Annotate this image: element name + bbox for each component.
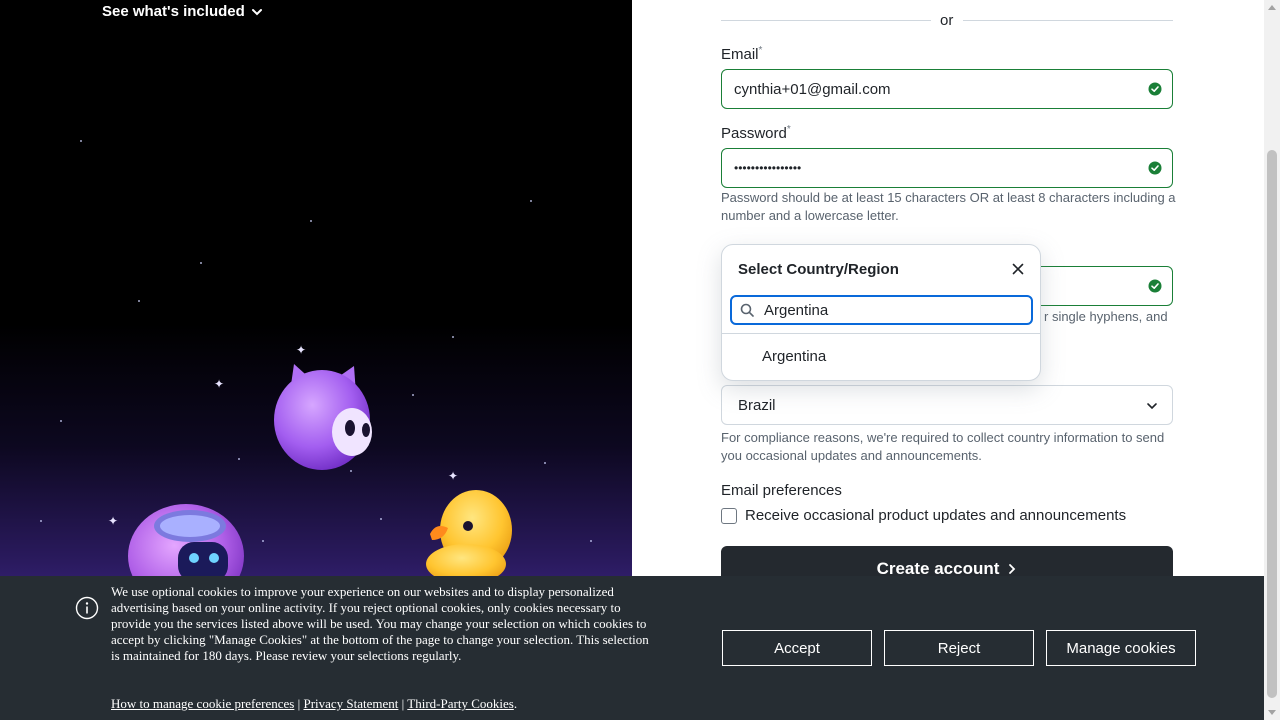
scrollbar-thumb[interactable] <box>1267 150 1277 698</box>
reject-cookies-button[interactable]: Reject <box>884 630 1034 666</box>
chevron-down-icon <box>1147 403 1157 410</box>
close-icon[interactable] <box>1012 263 1024 275</box>
product-updates-label: Receive occasional product updates and a… <box>745 507 1127 524</box>
required-mark: * <box>758 45 763 56</box>
astronaut-mascot-image <box>128 504 244 588</box>
country-option-argentina[interactable]: Argentina <box>762 348 826 365</box>
country-search-input[interactable] <box>764 301 1014 319</box>
accept-cookies-button[interactable]: Accept <box>722 630 872 666</box>
username-hint: r single hyphens, and <box>1044 309 1168 324</box>
password-hint: Password should be at least 15 character… <box>721 190 1176 223</box>
divider-line-left <box>721 20 931 21</box>
country-search-box[interactable] <box>730 295 1033 325</box>
cookie-message: We use optional cookies to improve your … <box>111 584 649 663</box>
email-field[interactable]: cynthia+01@gmail.com <box>721 69 1173 109</box>
password-label: Password* <box>721 124 791 142</box>
password-value: •••••••••••••••• <box>734 161 802 175</box>
divider-or-text: or <box>940 12 954 29</box>
see-whats-included-label: See what's included <box>102 3 245 20</box>
country-region-dialog: Select Country/Region Argentina <box>721 244 1041 381</box>
manage-cookie-preferences-link[interactable]: How to manage cookie preferences <box>111 696 294 711</box>
duck-mascot-image <box>426 490 512 580</box>
email-label: Email* <box>721 45 762 63</box>
page-scrollbar[interactable] <box>1264 0 1280 720</box>
scroll-down-arrow-icon[interactable] <box>1268 710 1276 715</box>
cat-mascot-image <box>274 364 372 470</box>
chevron-down-icon <box>251 8 262 15</box>
info-icon <box>75 596 99 620</box>
product-updates-option[interactable]: Receive occasional product updates and a… <box>721 507 1126 524</box>
check-circle-icon <box>1148 161 1162 175</box>
manage-cookies-button[interactable]: Manage cookies <box>1046 630 1196 666</box>
email-preferences-heading: Email preferences <box>721 482 842 499</box>
dialog-separator <box>722 333 1040 334</box>
check-circle-icon <box>1148 82 1162 96</box>
third-party-cookies-link[interactable]: Third-Party Cookies <box>407 696 514 711</box>
chevron-right-icon <box>1009 564 1016 574</box>
country-hint: For compliance reasons, we're required t… <box>721 430 1165 463</box>
check-circle-icon <box>1148 279 1162 293</box>
link-separator: | <box>401 696 405 711</box>
country-select[interactable]: Brazil <box>721 385 1173 425</box>
scroll-up-arrow-icon[interactable] <box>1268 5 1276 10</box>
search-icon <box>740 303 754 317</box>
link-separator: | <box>297 696 301 711</box>
country-select-value: Brazil <box>738 396 776 414</box>
dialog-title: Select Country/Region <box>738 261 899 278</box>
divider-line-right <box>963 20 1173 21</box>
required-mark: * <box>786 124 791 135</box>
privacy-statement-link[interactable]: Privacy Statement <box>303 696 398 711</box>
link-period: . <box>513 696 518 711</box>
password-label-text: Password <box>721 125 787 142</box>
see-whats-included-toggle[interactable]: See what's included <box>102 3 263 20</box>
password-field[interactable]: •••••••••••••••• <box>721 148 1173 188</box>
product-updates-checkbox[interactable] <box>721 507 737 524</box>
email-label-text: Email <box>721 46 759 63</box>
cookie-links: How to manage cookie preferences | Priva… <box>111 696 517 712</box>
email-value: cynthia+01@gmail.com <box>734 80 891 98</box>
